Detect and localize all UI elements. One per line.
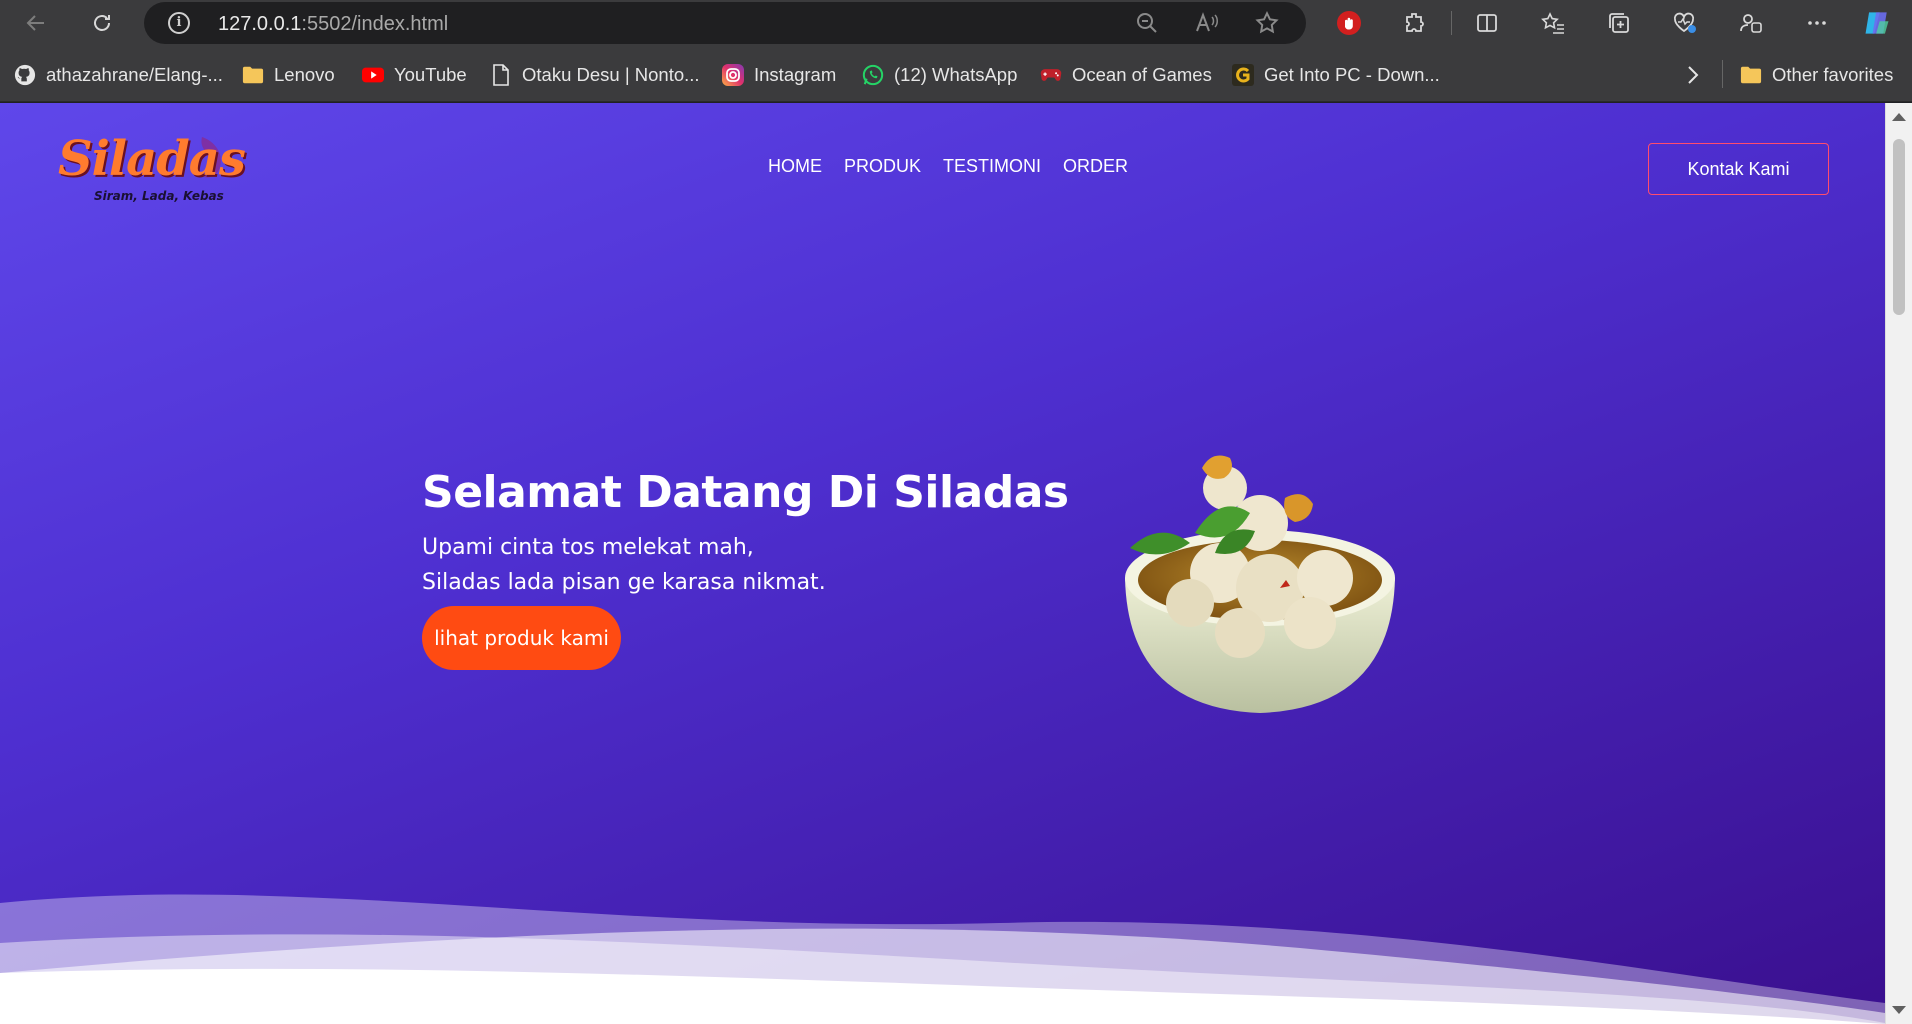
bookmark-lenovo[interactable]: Lenovo	[242, 62, 335, 88]
site-logo[interactable]: Siladas Siram, Lada, Kebas	[52, 129, 246, 209]
nav-testimoni[interactable]: TESTIMONI	[943, 156, 1041, 177]
view-products-button[interactable]: lihat produk kami	[422, 606, 621, 670]
more-bookmarks-button[interactable]	[1686, 62, 1700, 88]
back-arrow-icon	[26, 15, 44, 31]
bookmark-label: Get Into PC - Down...	[1264, 64, 1440, 85]
bookmark-label: (12) WhatsApp	[894, 64, 1018, 85]
nav-order[interactable]: ORDER	[1063, 156, 1128, 177]
gamepad-icon	[1040, 64, 1062, 86]
reload-icon	[94, 15, 110, 31]
other-favorites-folder[interactable]: Other favorites	[1740, 62, 1893, 88]
bookmark-instagram[interactable]: Instagram	[722, 62, 836, 88]
youtube-icon	[362, 64, 384, 86]
logo-title: Siladas	[58, 131, 246, 187]
getintopc-icon	[1232, 64, 1254, 86]
bookmark-youtube[interactable]: YouTube	[362, 62, 467, 88]
extensions-icon[interactable]	[1400, 8, 1430, 38]
browser-toolbar: i 127.0.0.1:5502/index.html	[0, 0, 1912, 46]
split-screen-icon[interactable]	[1472, 8, 1502, 38]
bookmark-label: YouTube	[394, 64, 467, 85]
copilot-icon[interactable]	[1862, 8, 1892, 38]
read-aloud-icon[interactable]	[1194, 10, 1220, 36]
hero-section: Siladas Siram, Lada, Kebas HOME PRODUK T…	[0, 103, 1885, 1024]
page-icon	[490, 64, 512, 86]
bookmarks-bar: athazahrane/Elang-... Lenovo YouTube Ota…	[0, 46, 1912, 102]
folder-icon	[242, 64, 264, 86]
hero-title: Selamat Datang Di Siladas	[422, 467, 1069, 518]
bookmark-ocean-of-games[interactable]: Ocean of Games	[1040, 62, 1212, 88]
reload-button[interactable]	[84, 5, 120, 41]
bookmark-get-into-pc[interactable]: Get Into PC - Down...	[1232, 62, 1440, 88]
collections-icon[interactable]	[1604, 8, 1634, 38]
bookmarks-separator	[1722, 60, 1723, 88]
toolbar-separator	[1451, 11, 1452, 35]
chevron-right-icon	[1688, 66, 1699, 84]
bookmark-label: Otaku Desu | Nonto...	[522, 64, 700, 85]
nav-home[interactable]: HOME	[768, 156, 822, 177]
contact-button[interactable]: Kontak Kami	[1648, 143, 1829, 195]
site-info-icon[interactable]: i	[168, 12, 190, 34]
bookmark-label: athazahrane/Elang-...	[46, 64, 223, 85]
favorite-star-icon[interactable]	[1254, 10, 1280, 36]
folder-icon	[1740, 64, 1762, 86]
page-viewport: Siladas Siram, Lada, Kebas HOME PRODUK T…	[0, 103, 1912, 1024]
scroll-down-icon[interactable]	[1892, 1006, 1906, 1014]
url-text[interactable]: 127.0.0.1:5502/index.html	[218, 13, 448, 36]
bookmark-whatsapp[interactable]: (12) WhatsApp	[862, 62, 1017, 88]
nav-produk[interactable]: PRODUK	[844, 156, 921, 177]
scroll-up-icon[interactable]	[1892, 113, 1906, 121]
scroll-thumb[interactable]	[1893, 139, 1905, 315]
main-nav: HOME PRODUK TESTIMONI ORDER	[768, 156, 1128, 177]
favorites-icon[interactable]	[1538, 8, 1568, 38]
more-options-icon[interactable]	[1802, 8, 1832, 38]
adblock-icon[interactable]	[1334, 8, 1364, 38]
zoom-out-icon[interactable]	[1134, 10, 1160, 36]
logo-tagline: Siram, Lada, Kebas	[94, 189, 224, 203]
address-bar[interactable]: i 127.0.0.1:5502/index.html	[144, 2, 1306, 44]
bookmark-label: Lenovo	[274, 64, 335, 85]
hero-waves	[0, 894, 1885, 1024]
other-favorites-label: Other favorites	[1772, 64, 1894, 85]
hero-line-1: Upami cinta tos melekat mah,	[422, 535, 754, 560]
whatsapp-icon	[862, 64, 884, 86]
bookmark-label: Ocean of Games	[1072, 64, 1212, 85]
bookmark-otaku-desu[interactable]: Otaku Desu | Nonto...	[490, 62, 700, 88]
bookmark-github[interactable]: athazahrane/Elang-...	[14, 62, 223, 88]
profile-sync-icon[interactable]	[1736, 8, 1766, 38]
github-icon	[14, 64, 36, 86]
back-button[interactable]	[18, 5, 54, 41]
browser-essentials-icon[interactable]	[1670, 8, 1700, 38]
instagram-icon	[722, 64, 744, 86]
page-scrollbar[interactable]	[1885, 103, 1912, 1024]
bookmark-label: Instagram	[754, 64, 837, 85]
meatball-bowl-image	[1125, 455, 1395, 713]
hero-line-2: Siladas lada pisan ge karasa nikmat.	[422, 570, 826, 595]
